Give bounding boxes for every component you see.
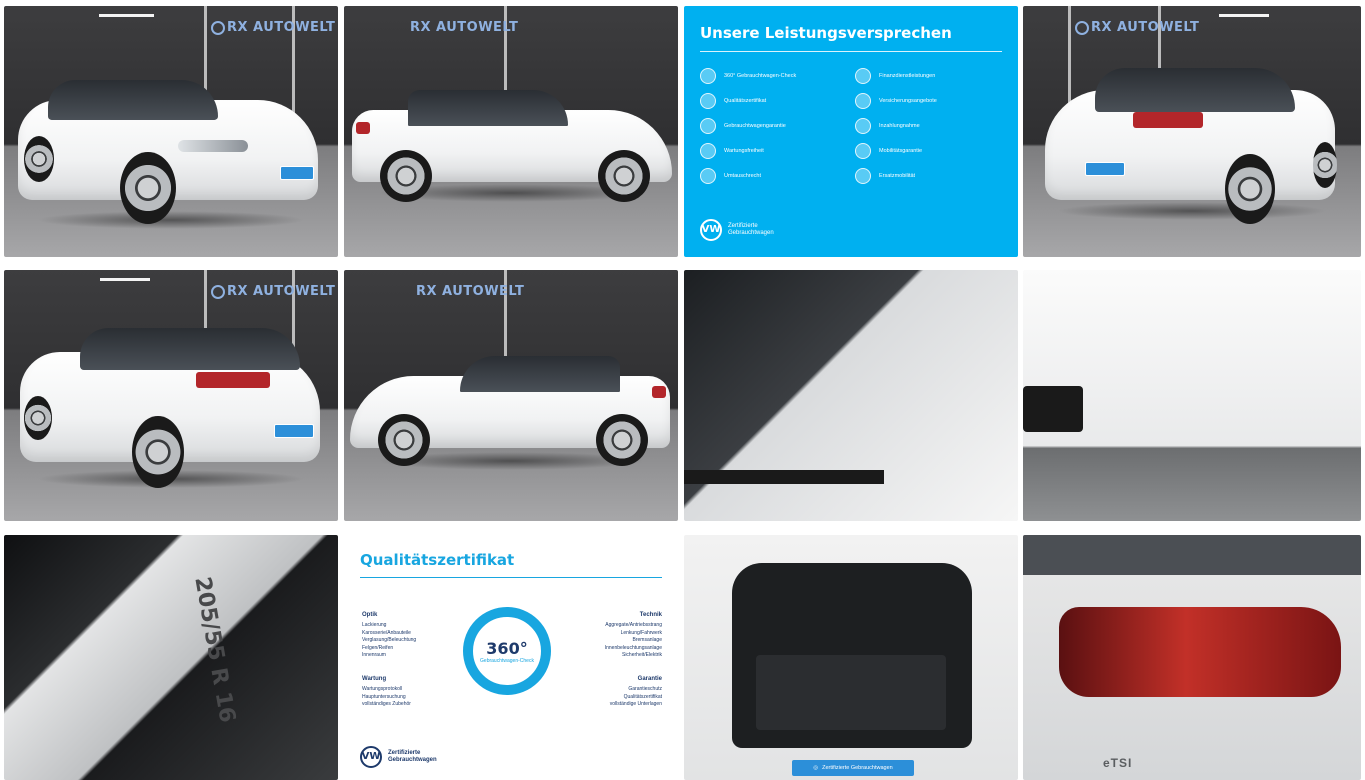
car-rear-right: [1045, 62, 1345, 232]
promise-item: Qualitätszertifikat: [700, 93, 847, 109]
trunk-floor: [756, 655, 946, 730]
taillight-closeup: [1059, 607, 1341, 697]
exchange-icon: [700, 168, 716, 184]
vw-logo-icon: VW: [700, 219, 722, 241]
promise-list: 360° Gebrauchtwagen-Check Finanzdienstle…: [700, 68, 1002, 184]
optik-section: Optik Lackierung Karosserie/Anbauteile V…: [362, 612, 417, 658]
gallery-photo-side-right[interactable]: RX AUTOWELT: [344, 6, 678, 257]
car-front-left: [18, 70, 328, 230]
promise-item: Gebrauchtwagengarantie: [700, 118, 847, 134]
certified-used-brand: VW Zertifizierte Gebrauchtwagen: [700, 219, 774, 241]
gallery-photo-trunk[interactable]: ◎ Zertifizierte Gebrauchtwagen: [684, 535, 1018, 780]
car-rear-left: [20, 324, 330, 494]
gallery-photo-headlight-detail[interactable]: [684, 270, 1018, 521]
gallery-photo-taillight[interactable]: eTSI: [1023, 535, 1361, 780]
certificate-divider: [360, 577, 662, 578]
promise-item: 360° Gebrauchtwagen-Check: [700, 68, 847, 84]
rear-window: [1023, 535, 1361, 575]
model-badge: eTSI: [1103, 756, 1133, 770]
trade-in-icon: [855, 118, 871, 134]
grille-strip: [684, 470, 884, 484]
taillight-right: [684, 571, 710, 607]
warranty-icon: [700, 118, 716, 134]
promise-item: Finanzdienstleistungen: [855, 68, 1002, 84]
gallery-photo-front-left[interactable]: RX AUTOWELT: [4, 6, 338, 257]
car-side-left: [350, 352, 670, 472]
dealer-logo: RX AUTOWELT: [410, 20, 519, 35]
gallery-photo-tire-detail[interactable]: 205/55 R 16: [4, 535, 338, 780]
dealer-logo: RX AUTOWELT: [1073, 20, 1199, 35]
wartung-section: Wartung Wartungsprotokoll Hauptuntersuch…: [362, 676, 411, 707]
promise-item: Mobilitätsgarantie: [855, 143, 1002, 159]
promise-item: Ersatzmobilität: [855, 168, 1002, 184]
certified-used-brand: VW Zertifizierte Gebrauchtwagen: [360, 746, 437, 768]
certified-banner: ◎ Zertifizierte Gebrauchtwagen: [792, 760, 914, 776]
gallery-photo-side-left[interactable]: RX AUTOWELT: [344, 270, 678, 521]
ring-subtitle: Gebrauchtwagen-Check: [480, 657, 534, 664]
finance-icon: [855, 68, 871, 84]
gallery-photo-rear-right[interactable]: RX AUTOWELT: [1023, 6, 1361, 257]
promise-item: Umtauschrecht: [700, 168, 847, 184]
vw-logo-icon: VW: [360, 746, 382, 768]
certificate-info-tile[interactable]: Qualitätszertifikat 360° Gebrauchtwagen-…: [344, 535, 678, 780]
photo-gallery-grid: RX AUTOWELT RX AUTOWELT Unsere Leistungs…: [0, 0, 1365, 780]
check-360-icon: [700, 68, 716, 84]
certificate-title: Qualitätszertifikat: [360, 551, 515, 569]
garantie-section: Garantie Garantieschutz Qualitätszertifi…: [609, 676, 662, 707]
front-wheel: [684, 306, 804, 446]
promise-divider: [700, 51, 1002, 52]
certificate-icon: [700, 93, 716, 109]
dealer-logo: RX AUTOWELT: [209, 20, 335, 35]
tire-size-text: 205/55 R 16: [189, 575, 240, 725]
promise-info-tile[interactable]: Unsere Leistungsversprechen 360° Gebrauc…: [684, 6, 1018, 257]
promise-title: Unsere Leistungsversprechen: [700, 24, 952, 42]
gallery-photo-rear-left[interactable]: RX AUTOWELT: [4, 270, 338, 521]
insurance-icon: [855, 93, 871, 109]
gallery-photo-wheel-detail[interactable]: [1023, 270, 1361, 521]
bumper-vent: [1023, 386, 1083, 432]
promise-item: Wartungsfreiheit: [700, 143, 847, 159]
taillight-left: [684, 535, 710, 571]
technik-section: Technik Aggregate/Antriebsstrang Lenkung…: [604, 612, 662, 658]
car-side-right: [352, 86, 672, 206]
maintenance-icon: [700, 143, 716, 159]
ring-value: 360°: [486, 638, 528, 658]
check-360-ring: 360° Gebrauchtwagen-Check: [463, 607, 551, 695]
ceiling-light: [99, 14, 154, 17]
promise-item: Versicherungsangebote: [855, 93, 1002, 109]
ceiling-light: [100, 278, 150, 281]
promise-item: Inzahlungnahme: [855, 118, 1002, 134]
dealer-logo: RX AUTOWELT: [416, 284, 525, 299]
vw-logo-icon: ◎: [813, 765, 819, 771]
dealer-logo: RX AUTOWELT: [209, 284, 335, 299]
headlight: [684, 270, 884, 306]
headlight: [1023, 270, 1143, 310]
mobility-icon: [855, 143, 871, 159]
replacement-car-icon: [855, 168, 871, 184]
ceiling-light: [1219, 14, 1269, 17]
